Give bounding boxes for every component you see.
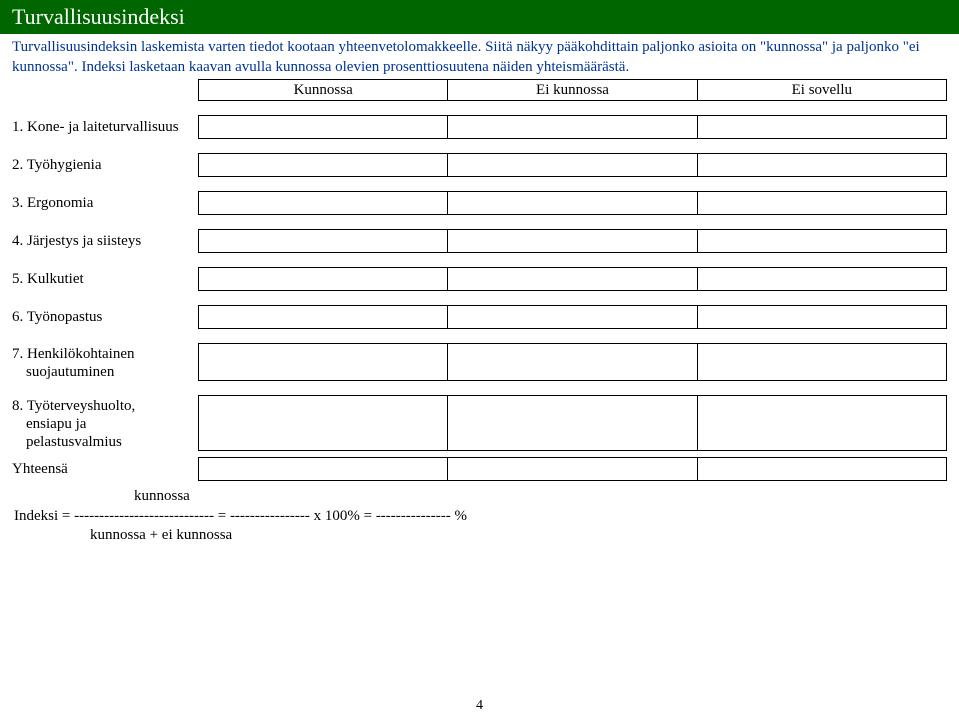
column-header-ei-sovellu: Ei sovellu	[698, 79, 947, 101]
page-title-bar: Turvallisuusindeksi	[0, 0, 959, 34]
row-label: 1. Kone- ja laiteturvallisuus	[12, 115, 198, 139]
cell-ei-kunnossa	[448, 305, 697, 329]
table-row: 2. Työhygienia	[12, 153, 947, 177]
row-label: 3. Ergonomia	[12, 191, 198, 215]
formula-denominator: kunnossa + ei kunnossa	[14, 526, 947, 546]
cell-kunnossa	[198, 395, 448, 451]
formula-numerator: kunnossa	[14, 487, 947, 507]
page-title: Turvallisuusindeksi	[12, 4, 185, 29]
row-label: 7. Henkilökohtainen suojautuminen	[12, 343, 198, 381]
cell-kunnossa	[198, 267, 448, 291]
cell-ei-sovellu	[698, 395, 947, 451]
column-header-kunnossa: Kunnossa	[198, 79, 448, 101]
cell-ei-sovellu	[698, 191, 947, 215]
column-header-ei-kunnossa: Ei kunnossa	[448, 79, 697, 101]
table-row-total: Yhteensä	[12, 457, 947, 481]
page-number: 4	[0, 698, 959, 714]
cell-kunnossa	[198, 115, 448, 139]
cell-kunnossa	[198, 343, 448, 381]
cell-ei-sovellu	[698, 305, 947, 329]
cell-kunnossa	[198, 457, 448, 481]
row-label-total: Yhteensä	[12, 457, 198, 481]
cell-ei-sovellu	[698, 115, 947, 139]
cell-ei-sovellu	[698, 153, 947, 177]
index-formula: kunnossa Indeksi = ---------------------…	[12, 487, 947, 546]
cell-ei-sovellu	[698, 457, 947, 481]
row-label-line2: suojautuminen	[12, 364, 114, 380]
row-label-line2: ensiapu ja	[12, 416, 86, 432]
cell-ei-kunnossa	[448, 343, 697, 381]
cell-ei-kunnossa	[448, 267, 697, 291]
cell-ei-kunnossa	[448, 115, 697, 139]
row-label: 5. Kulkutiet	[12, 267, 198, 291]
cell-ei-kunnossa	[448, 395, 697, 451]
cell-ei-sovellu	[698, 229, 947, 253]
row-label-line1: 8. Työterveyshuolto,	[12, 398, 135, 414]
content-area: Turvallisuusindeksin laskemista varten t…	[0, 34, 959, 546]
cell-ei-kunnossa	[448, 153, 697, 177]
table-row: 1. Kone- ja laiteturvallisuus	[12, 115, 947, 139]
table-row: 6. Työnopastus	[12, 305, 947, 329]
cell-ei-sovellu	[698, 267, 947, 291]
table-row: 8. Työterveyshuolto, ensiapu ja pelastus…	[12, 395, 947, 451]
cell-kunnossa	[198, 153, 448, 177]
index-table: Kunnossa Ei kunnossa Ei sovellu 1. Kone-…	[12, 79, 947, 481]
table-row: 4. Järjestys ja siisteys	[12, 229, 947, 253]
row-label: 6. Työnopastus	[12, 305, 198, 329]
cell-kunnossa	[198, 229, 448, 253]
cell-kunnossa	[198, 191, 448, 215]
table-row: 5. Kulkutiet	[12, 267, 947, 291]
cell-kunnossa	[198, 305, 448, 329]
cell-ei-kunnossa	[448, 457, 697, 481]
formula-line: Indeksi = ---------------------------- =…	[14, 507, 947, 527]
table-row: 3. Ergonomia	[12, 191, 947, 215]
row-label-line1: 7. Henkilökohtainen	[12, 346, 134, 362]
cell-ei-sovellu	[698, 343, 947, 381]
column-headers-row: Kunnossa Ei kunnossa Ei sovellu	[12, 79, 947, 101]
row-label: 2. Työhygienia	[12, 153, 198, 177]
cell-ei-kunnossa	[448, 229, 697, 253]
intro-paragraph: Turvallisuusindeksin laskemista varten t…	[12, 38, 947, 77]
table-row: 7. Henkilökohtainen suojautuminen	[12, 343, 947, 381]
row-label: 8. Työterveyshuolto, ensiapu ja pelastus…	[12, 395, 198, 451]
cell-ei-kunnossa	[448, 191, 697, 215]
row-label-line3: pelastusvalmius	[12, 434, 122, 450]
row-label: 4. Järjestys ja siisteys	[12, 229, 198, 253]
